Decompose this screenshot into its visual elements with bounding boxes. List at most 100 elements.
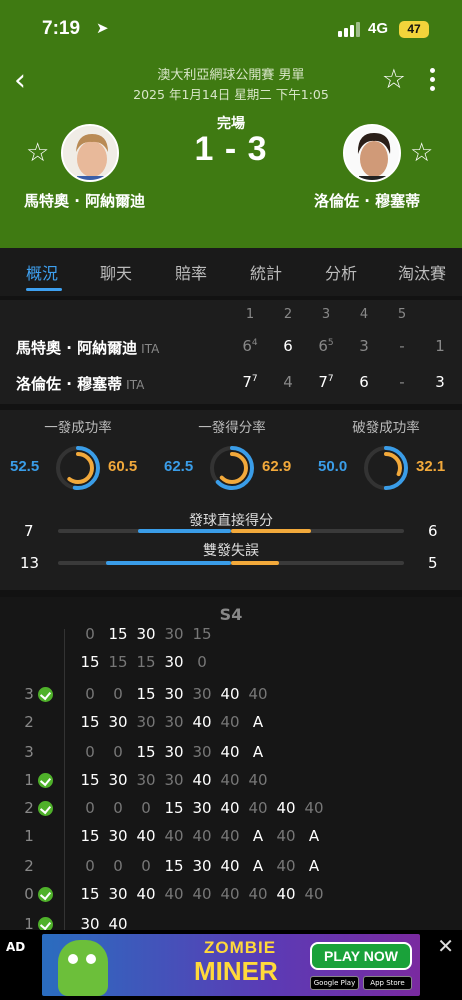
bar-stat-left: 7 (24, 522, 34, 540)
set-scores-table: 1 2 3 4 5 馬特奧 · 阿納爾迪 ITA 64 6 65 3 - 1 洛倫… (0, 300, 462, 404)
tab-knockout[interactable]: 淘汰賽 (398, 260, 446, 284)
set-cell: 65 (318, 337, 334, 355)
point-score: 15 (80, 827, 100, 845)
bar-stat-right-fill (231, 529, 311, 533)
point-score: 30 (108, 885, 128, 903)
bar-stat-track (58, 529, 404, 533)
stat-right-value: 32.1 (416, 458, 446, 475)
player2-country: ITA (126, 378, 145, 392)
point-score: 0 (85, 743, 95, 761)
stat-title: 一發得分率 (198, 420, 266, 436)
game-row: 1 15 30 40 40 40 40 A 40 A (0, 827, 462, 849)
set-cell: 77 (242, 373, 258, 391)
point-score: 15 (136, 743, 156, 761)
point-score: 15 (80, 771, 100, 789)
tab-analysis[interactable]: 分析 (325, 260, 357, 284)
point-score: 15 (80, 653, 100, 671)
stat-left-value: 50.0 (318, 458, 348, 475)
status-bar: 7:19 ➤ 4G 47 (0, 18, 462, 46)
point-score: 40 (276, 799, 296, 817)
game-row: 2 15 30 30 30 40 40 A (0, 713, 462, 735)
table-row-player2: 洛倫佐 · 穆塞蒂 ITA (16, 373, 144, 394)
point-score: 30 (108, 771, 128, 789)
ad-store-badges: Google Play App Store (310, 976, 412, 990)
stat-right-value: 60.5 (108, 458, 138, 475)
point-score: A (308, 827, 320, 845)
point-score: 0 (85, 625, 95, 643)
set-total: 1 (435, 337, 445, 355)
point-score: 40 (192, 713, 212, 731)
ad-title-bottom: MINER (194, 956, 278, 986)
point-score: 30 (136, 713, 156, 731)
point-score: 0 (113, 743, 123, 761)
point-score: 30 (164, 685, 184, 703)
serve-check-icon (38, 887, 53, 902)
set-cell: 6 (359, 373, 369, 391)
tab-odds[interactable]: 賠率 (175, 260, 207, 284)
serve-check-icon (38, 801, 53, 816)
point-score: 30 (164, 713, 184, 731)
point-score: 40 (220, 799, 240, 817)
game-row: 3 0 0 15 30 30 40 40 (0, 685, 462, 707)
set-header: 1 (245, 307, 255, 322)
ad-creative[interactable]: ZOMBIE MINER PLAY NOW Google Play App St… (42, 934, 420, 996)
point-score: 30 (192, 857, 212, 875)
game-score: 3 (24, 685, 34, 703)
set-header: 3 (321, 307, 331, 322)
point-score: 30 (108, 827, 128, 845)
bar-stat-right-fill (231, 561, 280, 565)
point-score: 0 (85, 685, 95, 703)
player1-country: ITA (141, 342, 160, 356)
game-row: 3 0 0 15 30 30 40 A (0, 743, 462, 765)
tab-stats[interactable]: 統計 (250, 260, 282, 284)
game-row: 0 15 30 40 40 40 40 40 40 40 (0, 885, 462, 907)
player2-follow-star-icon[interactable]: ☆ (410, 138, 433, 168)
stat-title: 一發成功率 (44, 420, 112, 436)
set-header: 2 (283, 307, 293, 322)
player1-name[interactable]: 馬特奧 · 阿納爾迪 (24, 190, 145, 211)
player2-name[interactable]: 洛倫佐 · 穆塞蒂 (314, 190, 420, 211)
stat-ring (364, 446, 408, 490)
point-score: A (252, 827, 264, 845)
point-score: 40 (248, 799, 268, 817)
more-options-icon[interactable] (428, 68, 436, 94)
set-cell: 3 (359, 337, 369, 355)
point-score: A (252, 743, 264, 761)
game-row: 1 15 30 30 30 40 40 40 (0, 771, 462, 793)
stat-left-value: 62.5 (164, 458, 194, 475)
game-row: 2 0 0 0 15 30 40 40 40 40 (0, 799, 462, 821)
player2-avatar[interactable] (343, 124, 401, 182)
game-score: 3 (24, 743, 34, 761)
serve-check-icon (38, 687, 53, 702)
point-score: 30 (136, 625, 156, 643)
point-score: 40 (248, 885, 268, 903)
point-score: 15 (164, 857, 184, 875)
stat-title: 破發成功率 (352, 420, 420, 436)
stat-ring (56, 446, 100, 490)
point-score: 40 (220, 685, 240, 703)
game-row: 15 15 15 30 0 (0, 653, 462, 675)
point-score: 30 (164, 653, 184, 671)
point-score: 40 (220, 885, 240, 903)
set-header: 4 (359, 307, 369, 322)
app-store-badge[interactable]: App Store (363, 976, 412, 990)
bar-stat-right: 5 (428, 554, 438, 572)
favorite-star-icon[interactable]: ☆ (382, 64, 406, 95)
tab-chat[interactable]: 聊天 (100, 260, 132, 284)
ad-banner: AD ZOMBIE MINER PLAY NOW Google Play App… (0, 930, 462, 1000)
stat-ring-p2-arc (370, 452, 402, 484)
stat-ring-p2-arc (62, 452, 94, 484)
point-score: 30 (192, 743, 212, 761)
point-score: 40 (164, 827, 184, 845)
status-time: 7:19 (42, 18, 81, 39)
set-cell: 4 (283, 373, 293, 391)
google-play-badge[interactable]: Google Play (310, 976, 359, 990)
point-score: 40 (276, 885, 296, 903)
ad-play-button[interactable]: PLAY NOW (310, 942, 412, 970)
tab-overview[interactable]: 概況 (26, 260, 58, 284)
point-score: 0 (141, 857, 151, 875)
point-score: 0 (113, 685, 123, 703)
close-icon[interactable]: ✕ (437, 934, 454, 958)
point-score: 40 (220, 771, 240, 789)
match-header: 7:19 ➤ 4G 47 ‹ 澳大利亞網球公開賽 男單 2025 年1月14日 … (0, 0, 462, 248)
